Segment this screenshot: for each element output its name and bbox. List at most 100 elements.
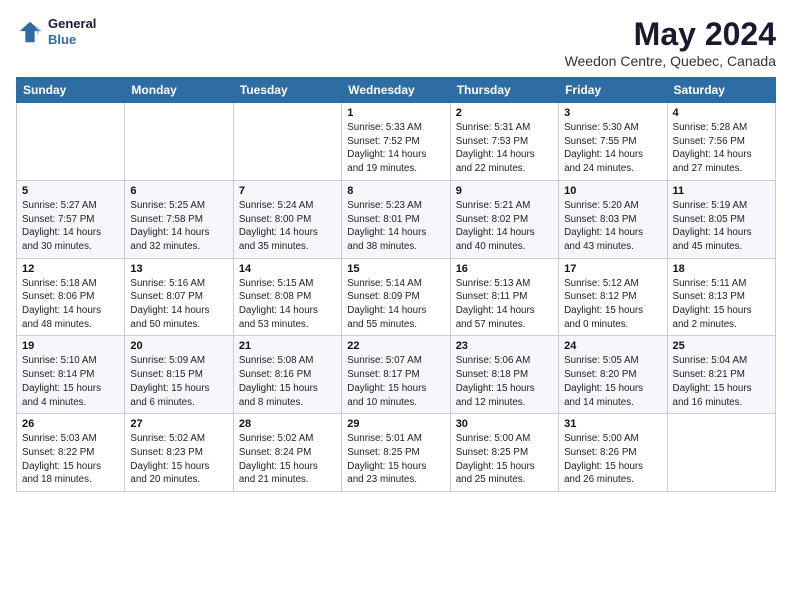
calendar-cell xyxy=(125,103,233,181)
calendar-week-row: 19 Sunrise: 5:10 AM Sunset: 8:14 PM Dayli… xyxy=(17,336,776,414)
day-number: 13 xyxy=(130,263,227,275)
calendar-cell: 14 Sunrise: 5:15 AM Sunset: 8:08 PM Dayli… xyxy=(233,258,341,336)
day-number: 5 xyxy=(22,185,119,197)
day-number: 27 xyxy=(130,418,227,430)
day-info: Sunrise: 5:09 AM Sunset: 8:15 PM Dayligh… xyxy=(130,354,227,409)
month-year: May 2024 xyxy=(565,16,776,53)
calendar-cell: 11 Sunrise: 5:19 AM Sunset: 8:05 PM Dayli… xyxy=(667,180,775,258)
calendar-cell: 7 Sunrise: 5:24 AM Sunset: 8:00 PM Daylig… xyxy=(233,180,341,258)
logo-text: General Blue xyxy=(48,16,96,47)
day-number: 6 xyxy=(130,185,227,197)
day-number: 9 xyxy=(456,185,553,197)
calendar-cell: 26 Sunrise: 5:03 AM Sunset: 8:22 PM Dayli… xyxy=(17,414,125,492)
day-number: 4 xyxy=(673,107,770,119)
calendar-cell xyxy=(667,414,775,492)
day-info: Sunrise: 5:27 AM Sunset: 7:57 PM Dayligh… xyxy=(22,199,119,254)
day-number: 19 xyxy=(22,340,119,352)
calendar-cell: 16Sunrise: 5:13 AM Sunset: 8:11 PM Dayli… xyxy=(450,258,558,336)
day-number: 1 xyxy=(347,107,444,119)
day-number: 2 xyxy=(456,107,553,119)
calendar-cell: 1 Sunrise: 5:33 AM Sunset: 7:52 PM Daylig… xyxy=(342,103,450,181)
day-of-week-header: Sunday xyxy=(17,78,125,103)
day-info: Sunrise: 5:24 AM Sunset: 8:00 PM Dayligh… xyxy=(239,199,336,254)
day-info: Sunrise: 5:01 AM Sunset: 8:25 PM Dayligh… xyxy=(347,432,444,487)
calendar-cell: 19 Sunrise: 5:10 AM Sunset: 8:14 PM Dayli… xyxy=(17,336,125,414)
day-number: 16 xyxy=(456,263,553,275)
day-number: 30 xyxy=(456,418,553,430)
day-of-week-header: Monday xyxy=(125,78,233,103)
day-info: Sunrise: 5:04 AM Sunset: 8:21 PM Dayligh… xyxy=(673,354,770,409)
day-number: 26 xyxy=(22,418,119,430)
day-of-week-header: Tuesday xyxy=(233,78,341,103)
location: Weedon Centre, Quebec, Canada xyxy=(565,53,776,69)
calendar-cell xyxy=(17,103,125,181)
day-info: Sunrise: 5:12 AM Sunset: 8:12 PM Dayligh… xyxy=(564,277,661,332)
day-info: Sunrise: 5:19 AM Sunset: 8:05 PM Dayligh… xyxy=(673,199,770,254)
logo-general: General xyxy=(48,16,96,32)
day-info: Sunrise: 5:30 AM Sunset: 7:55 PM Dayligh… xyxy=(564,121,661,176)
day-number: 29 xyxy=(347,418,444,430)
day-info: Sunrise: 5:05 AM Sunset: 8:20 PM Dayligh… xyxy=(564,354,661,409)
day-number: 18 xyxy=(673,263,770,275)
day-of-week-header: Wednesday xyxy=(342,78,450,103)
calendar-cell: 15Sunrise: 5:14 AM Sunset: 8:09 PM Dayli… xyxy=(342,258,450,336)
day-info: Sunrise: 5:10 AM Sunset: 8:14 PM Dayligh… xyxy=(22,354,119,409)
calendar-cell: 18 Sunrise: 5:11 AM Sunset: 8:13 PM Dayli… xyxy=(667,258,775,336)
calendar-cell: 13 Sunrise: 5:16 AM Sunset: 8:07 PM Dayli… xyxy=(125,258,233,336)
day-info: Sunrise: 5:08 AM Sunset: 8:16 PM Dayligh… xyxy=(239,354,336,409)
day-number: 14 xyxy=(239,263,336,275)
calendar: SundayMondayTuesdayWednesdayThursdayFrid… xyxy=(16,77,776,492)
day-info: Sunrise: 5:31 AM Sunset: 7:53 PM Dayligh… xyxy=(456,121,553,176)
calendar-week-row: 1 Sunrise: 5:33 AM Sunset: 7:52 PM Daylig… xyxy=(17,103,776,181)
day-info: Sunrise: 5:00 AM Sunset: 8:26 PM Dayligh… xyxy=(564,432,661,487)
day-number: 11 xyxy=(673,185,770,197)
day-info: Sunrise: 5:02 AM Sunset: 8:23 PM Dayligh… xyxy=(130,432,227,487)
calendar-cell: 4Sunrise: 5:28 AM Sunset: 7:56 PM Daylig… xyxy=(667,103,775,181)
calendar-cell: 22Sunrise: 5:07 AM Sunset: 8:17 PM Dayli… xyxy=(342,336,450,414)
calendar-cell: 2 Sunrise: 5:31 AM Sunset: 7:53 PM Daylig… xyxy=(450,103,558,181)
day-info: Sunrise: 5:11 AM Sunset: 8:13 PM Dayligh… xyxy=(673,277,770,332)
day-info: Sunrise: 5:25 AM Sunset: 7:58 PM Dayligh… xyxy=(130,199,227,254)
day-number: 25 xyxy=(673,340,770,352)
day-number: 8 xyxy=(347,185,444,197)
day-info: Sunrise: 5:03 AM Sunset: 8:22 PM Dayligh… xyxy=(22,432,119,487)
day-info: Sunrise: 5:16 AM Sunset: 8:07 PM Dayligh… xyxy=(130,277,227,332)
day-number: 12 xyxy=(22,263,119,275)
calendar-cell: 29 Sunrise: 5:01 AM Sunset: 8:25 PM Dayli… xyxy=(342,414,450,492)
day-number: 15 xyxy=(347,263,444,275)
calendar-cell: 24Sunrise: 5:05 AM Sunset: 8:20 PM Dayli… xyxy=(559,336,667,414)
calendar-cell: 5 Sunrise: 5:27 AM Sunset: 7:57 PM Daylig… xyxy=(17,180,125,258)
calendar-cell: 3 Sunrise: 5:30 AM Sunset: 7:55 PM Daylig… xyxy=(559,103,667,181)
calendar-week-row: 26 Sunrise: 5:03 AM Sunset: 8:22 PM Dayli… xyxy=(17,414,776,492)
day-of-week-header: Friday xyxy=(559,78,667,103)
calendar-cell: 28Sunrise: 5:02 AM Sunset: 8:24 PM Dayli… xyxy=(233,414,341,492)
day-number: 22 xyxy=(347,340,444,352)
calendar-cell: 9Sunrise: 5:21 AM Sunset: 8:02 PM Daylig… xyxy=(450,180,558,258)
calendar-cell: 31 Sunrise: 5:00 AM Sunset: 8:26 PM Dayli… xyxy=(559,414,667,492)
day-info: Sunrise: 5:33 AM Sunset: 7:52 PM Dayligh… xyxy=(347,121,444,176)
calendar-cell: 27 Sunrise: 5:02 AM Sunset: 8:23 PM Dayli… xyxy=(125,414,233,492)
calendar-cell: 21 Sunrise: 5:08 AM Sunset: 8:16 PM Dayli… xyxy=(233,336,341,414)
day-info: Sunrise: 5:00 AM Sunset: 8:25 PM Dayligh… xyxy=(456,432,553,487)
day-number: 23 xyxy=(456,340,553,352)
day-number: 3 xyxy=(564,107,661,119)
calendar-cell: 30 Sunrise: 5:00 AM Sunset: 8:25 PM Dayli… xyxy=(450,414,558,492)
calendar-cell: 8 Sunrise: 5:23 AM Sunset: 8:01 PM Daylig… xyxy=(342,180,450,258)
title-block: May 2024 Weedon Centre, Quebec, Canada xyxy=(565,16,776,69)
calendar-cell: 17 Sunrise: 5:12 AM Sunset: 8:12 PM Dayli… xyxy=(559,258,667,336)
day-of-week-header: Thursday xyxy=(450,78,558,103)
day-number: 17 xyxy=(564,263,661,275)
day-number: 31 xyxy=(564,418,661,430)
day-number: 28 xyxy=(239,418,336,430)
day-info: Sunrise: 5:15 AM Sunset: 8:08 PM Dayligh… xyxy=(239,277,336,332)
day-number: 7 xyxy=(239,185,336,197)
day-info: Sunrise: 5:18 AM Sunset: 8:06 PM Dayligh… xyxy=(22,277,119,332)
day-info: Sunrise: 5:23 AM Sunset: 8:01 PM Dayligh… xyxy=(347,199,444,254)
day-number: 21 xyxy=(239,340,336,352)
logo-blue: Blue xyxy=(48,32,96,48)
calendar-cell: 25 Sunrise: 5:04 AM Sunset: 8:21 PM Dayli… xyxy=(667,336,775,414)
calendar-cell: 23Sunrise: 5:06 AM Sunset: 8:18 PM Dayli… xyxy=(450,336,558,414)
logo-icon xyxy=(16,18,44,46)
logo: General Blue xyxy=(16,16,96,47)
calendar-header-row: SundayMondayTuesdayWednesdayThursdayFrid… xyxy=(17,78,776,103)
